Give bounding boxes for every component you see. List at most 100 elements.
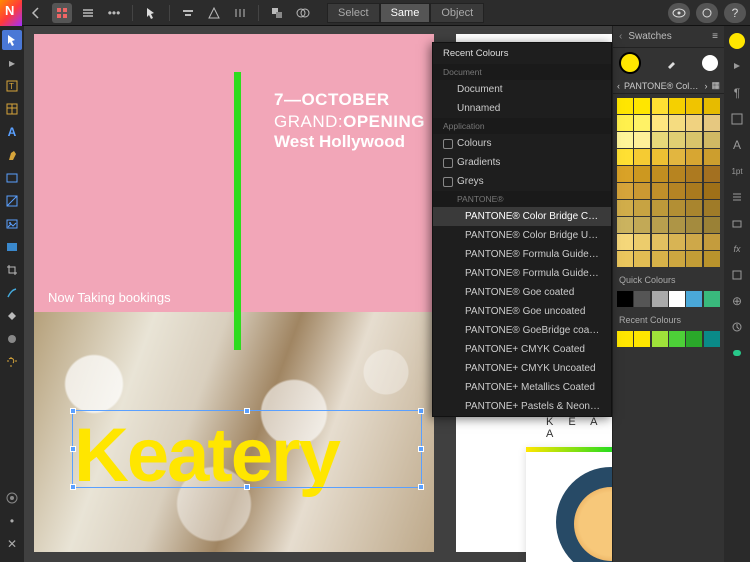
help-icon[interactable]: ?: [724, 3, 746, 23]
dropdown-item[interactable]: PANTONE+ Metallics Coated: [433, 378, 611, 397]
fx-studio-icon[interactable]: fx: [726, 238, 748, 260]
stock-studio-icon[interactable]: [726, 264, 748, 286]
seg-select[interactable]: Select: [327, 3, 380, 23]
view-tool[interactable]: [2, 352, 22, 372]
swatch[interactable]: [617, 200, 633, 216]
flip-icon[interactable]: [204, 3, 224, 23]
dropdown-item[interactable]: Unnamed: [433, 99, 611, 118]
studio-swap-icon[interactable]: [726, 56, 748, 78]
swatch[interactable]: [686, 98, 702, 114]
swatch[interactable]: [634, 166, 650, 182]
more-icon[interactable]: •••: [104, 3, 124, 23]
swatch[interactable]: [634, 234, 650, 250]
vector-brush-tool[interactable]: [2, 283, 22, 303]
dropdown-item[interactable]: Document: [433, 80, 611, 99]
swatch[interactable]: [652, 251, 668, 267]
swatch[interactable]: [652, 217, 668, 233]
recent-swatch[interactable]: [617, 331, 633, 347]
quick-swatch[interactable]: [617, 291, 633, 307]
swatch[interactable]: [669, 166, 685, 182]
swatch[interactable]: [652, 200, 668, 216]
swatch[interactable]: [686, 166, 702, 182]
dropdown-item[interactable]: PANTONE® Formula Guide Solid Unco…: [433, 264, 611, 283]
swatch[interactable]: [686, 200, 702, 216]
move-tool[interactable]: [2, 30, 22, 50]
text-studio-icon[interactable]: A: [726, 134, 748, 156]
align-icon[interactable]: [178, 3, 198, 23]
rectangle-tool[interactable]: [2, 168, 22, 188]
swatch[interactable]: [704, 200, 720, 216]
eyedropper-icon[interactable]: [665, 56, 679, 70]
colour-chord-icon[interactable]: [2, 488, 22, 508]
move-tool-icon[interactable]: [141, 3, 161, 23]
swatch[interactable]: [652, 115, 668, 131]
swatch[interactable]: [652, 183, 668, 199]
hamburger-icon[interactable]: [78, 3, 98, 23]
swatch[interactable]: [634, 251, 650, 267]
dropdown-header[interactable]: Recent Colours: [433, 43, 611, 64]
resize-handle-mr[interactable]: [418, 446, 424, 452]
quick-swatch[interactable]: [669, 291, 685, 307]
dropdown-item[interactable]: PANTONE+ CMYK Coated: [433, 340, 611, 359]
character-studio-icon[interactable]: ¶: [726, 82, 748, 104]
swatch[interactable]: [617, 132, 633, 148]
swatch[interactable]: [669, 149, 685, 165]
swatch[interactable]: [686, 132, 702, 148]
recent-swatch[interactable]: [652, 331, 668, 347]
preview-icon[interactable]: [668, 3, 690, 23]
swatch[interactable]: [634, 98, 650, 114]
assets-studio-icon[interactable]: [726, 212, 748, 234]
quick-swatch[interactable]: [652, 291, 668, 307]
swatch[interactable]: [686, 217, 702, 233]
art-text-tool[interactable]: A: [2, 122, 22, 142]
swatches-menu-icon[interactable]: ≡: [712, 31, 718, 42]
dropdown-item[interactable]: PANTONE® Color Bridge Coated V4: [433, 207, 611, 226]
dropdown-item[interactable]: Colours: [433, 134, 611, 153]
swatch[interactable]: [652, 98, 668, 114]
frame-text-tool[interactable]: T: [2, 76, 22, 96]
stroke-swatch-well[interactable]: [702, 55, 718, 71]
swatch[interactable]: [617, 149, 633, 165]
swatch[interactable]: [704, 98, 720, 114]
fill-colour-well[interactable]: [726, 30, 748, 52]
dropdown-item[interactable]: PANTONE® Color Bridge Uncoated V4: [433, 226, 611, 245]
palette-fwd-icon[interactable]: ›: [704, 81, 707, 91]
back-icon[interactable]: [26, 3, 46, 23]
grid-view-icon[interactable]: [52, 3, 72, 23]
fill-tool[interactable]: [2, 306, 22, 326]
quick-swatch[interactable]: [704, 291, 720, 307]
quick-swatch[interactable]: [634, 291, 650, 307]
dropdown-item[interactable]: PANTONE+ Pastels & Neons Coated: [433, 397, 611, 416]
dropdown-item[interactable]: PANTONE® Goe uncoated: [433, 302, 611, 321]
recent-swatch[interactable]: [686, 331, 702, 347]
snapping-icon[interactable]: [696, 3, 718, 23]
swatch[interactable]: [652, 132, 668, 148]
recent-swatch[interactable]: [669, 331, 685, 347]
resize-handle-ml[interactable]: [70, 446, 76, 452]
swatch[interactable]: [617, 98, 633, 114]
swatch[interactable]: [704, 217, 720, 233]
swatch[interactable]: [686, 234, 702, 250]
recent-swatch[interactable]: [704, 331, 720, 347]
swatch[interactable]: [669, 132, 685, 148]
resize-handle-tm[interactable]: [244, 408, 250, 414]
swatches-collapse-icon[interactable]: ‹: [619, 31, 622, 42]
swatch[interactable]: [634, 200, 650, 216]
swatch[interactable]: [634, 149, 650, 165]
swatch[interactable]: [617, 183, 633, 199]
picture-frame-tool[interactable]: [2, 214, 22, 234]
navigator-studio-icon[interactable]: [726, 342, 748, 364]
dropdown-item[interactable]: PANTONE® GoeBridge coated: [433, 321, 611, 340]
place-image-tool[interactable]: [2, 237, 22, 257]
swatch[interactable]: [686, 251, 702, 267]
resize-handle-bl[interactable]: [70, 484, 76, 490]
distribute-icon[interactable]: [230, 3, 250, 23]
recent-swatch[interactable]: [634, 331, 650, 347]
resize-handle-tr[interactable]: [418, 408, 424, 414]
swatch[interactable]: [634, 132, 650, 148]
swatch[interactable]: [669, 217, 685, 233]
swatch[interactable]: [652, 234, 668, 250]
dropdown-item[interactable]: PANTONE® Formula Guide Solid Coate…: [433, 245, 611, 264]
shape-tool[interactable]: [2, 191, 22, 211]
table-tool[interactable]: [2, 99, 22, 119]
